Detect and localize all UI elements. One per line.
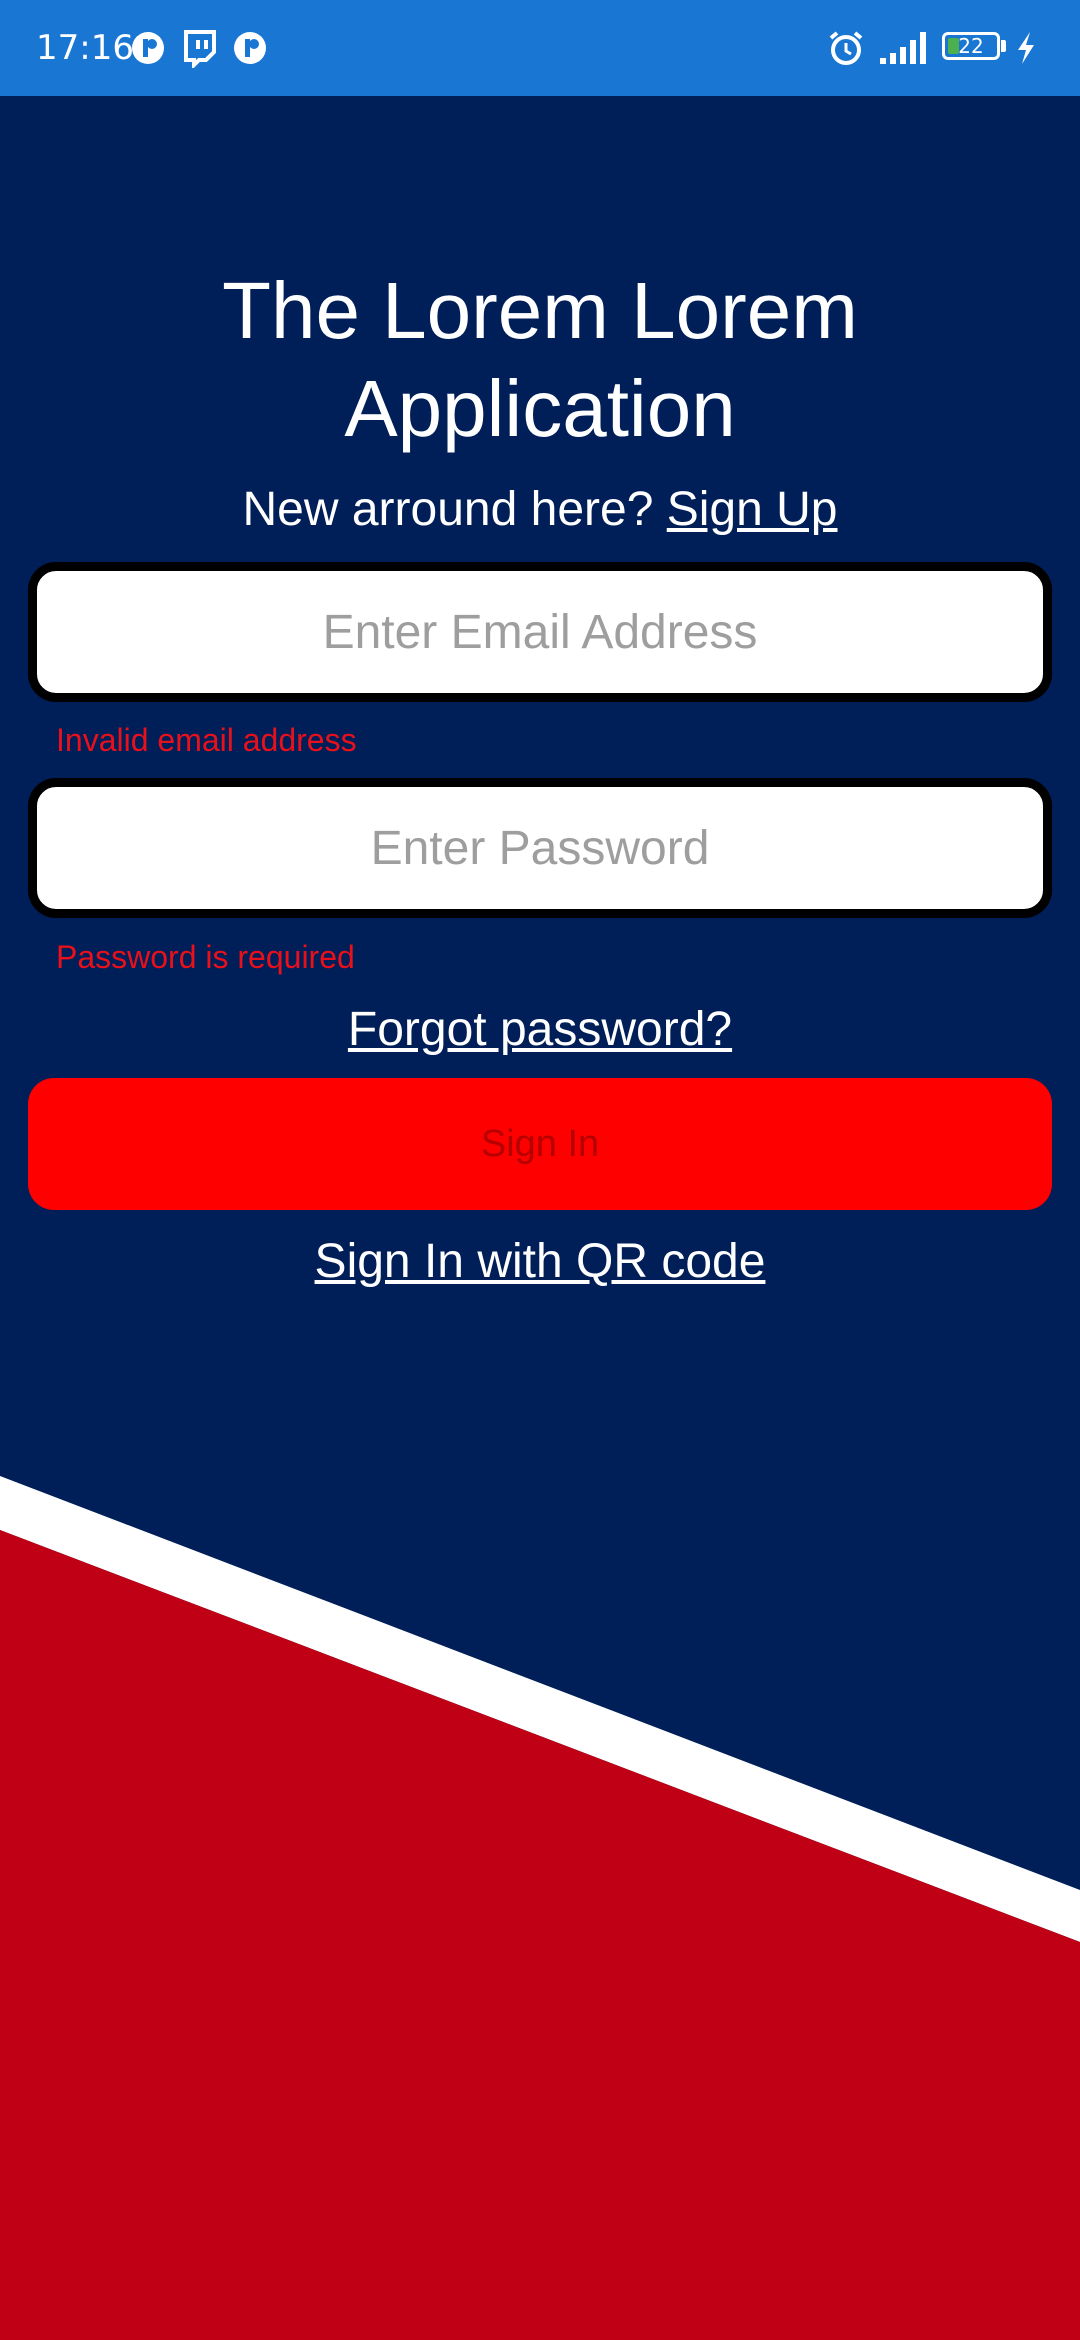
email-field-container (28, 562, 1052, 702)
password-error-message: Password is required (56, 939, 355, 975)
red-wedge (0, 1530, 1080, 2340)
reddit-notification-icon (128, 28, 168, 68)
app-title-line2: Application (344, 364, 736, 453)
password-field-container (28, 778, 1052, 918)
signup-link[interactable]: Sign Up (667, 483, 838, 536)
sign-in-button[interactable]: Sign In (28, 1078, 1052, 1210)
password-field[interactable] (37, 787, 1043, 909)
qr-signin-link[interactable]: Sign In with QR code (315, 1235, 766, 1288)
battery-icon: 22 (942, 32, 1008, 64)
forgot-password-link[interactable]: Forgot password? (348, 1003, 732, 1056)
email-field[interactable] (37, 571, 1043, 693)
status-time: 17:16 (36, 28, 134, 68)
battery-tip (1001, 40, 1006, 52)
email-error-message: Invalid email address (56, 722, 357, 758)
alarm-icon (826, 28, 866, 68)
twitch-notification-icon (180, 28, 220, 68)
app-title: The Lorem Lorem Application (0, 262, 1080, 458)
status-bar: 17:16 22 (0, 0, 1080, 96)
reddit-notification-icon (230, 28, 270, 68)
signup-prompt-row: New arround here? Sign Up (0, 480, 1080, 540)
signal-icon (878, 28, 930, 68)
charging-icon (1012, 28, 1040, 68)
app-title-line1: The Lorem Lorem (222, 266, 858, 355)
qr-signin-row: Sign In with QR code (0, 1232, 1080, 1292)
signup-prompt-text: New arround here? (242, 483, 654, 536)
forgot-password-row: Forgot password? (0, 1000, 1080, 1060)
battery-level: 22 (958, 34, 984, 58)
